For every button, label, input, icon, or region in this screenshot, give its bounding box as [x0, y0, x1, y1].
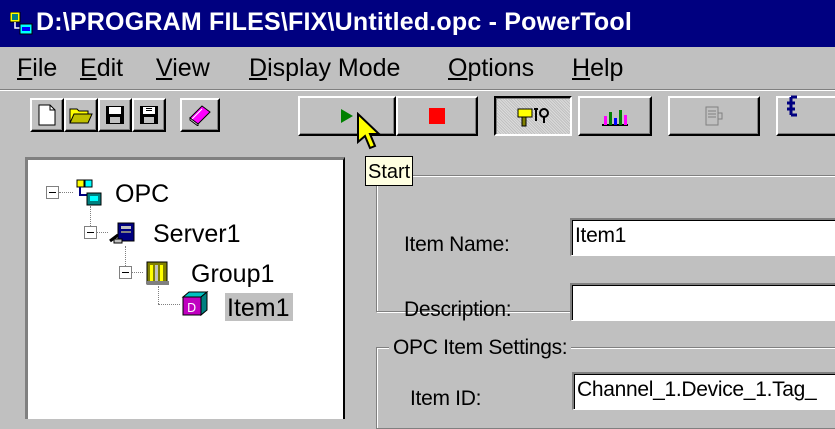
menu-file[interactable]: File [17, 54, 57, 83]
tree-connector [131, 272, 143, 273]
menu-options[interactable]: Options [448, 54, 534, 83]
document-button[interactable] [668, 96, 760, 136]
menu-display-mode[interactable]: Display Mode [249, 54, 400, 83]
save-button[interactable] [98, 98, 132, 132]
open-button[interactable] [64, 98, 98, 132]
opc-settings-title: OPC Item Settings: [389, 336, 572, 360]
tree-node-group1[interactable]: Group1 [191, 260, 274, 289]
expander-group1[interactable] [119, 266, 132, 279]
description-field[interactable] [570, 283, 835, 321]
group-icon [145, 259, 173, 292]
menu-help[interactable]: Help [572, 54, 623, 83]
menu-view[interactable]: View [156, 54, 210, 83]
tree-view[interactable] [25, 157, 345, 419]
expander-server1[interactable] [84, 226, 97, 239]
expander-opc[interactable] [46, 186, 59, 199]
item-icon: D [181, 290, 211, 324]
new-button[interactable] [30, 98, 64, 132]
tree-node-opc[interactable]: OPC [115, 180, 169, 209]
tools-button[interactable] [494, 96, 572, 136]
description-label: Description: [404, 298, 512, 321]
mouse-cursor-icon [356, 111, 382, 157]
book-button[interactable] [180, 98, 220, 132]
opc-icon [75, 179, 105, 212]
server-icon [108, 219, 140, 252]
window-title: D:\PROGRAM FILES\FIX\Untitled.opc - Powe… [36, 8, 633, 36]
item-id-label: Item ID: [410, 387, 482, 410]
chart-button[interactable] [578, 96, 652, 136]
item-id-field[interactable]: Channel_1.Device_1.Tag_ [572, 372, 835, 410]
app-icon[interactable] [9, 11, 34, 36]
tree-connector [59, 192, 73, 193]
item-name-field[interactable]: Item1 [570, 218, 835, 256]
save-as-button[interactable] [132, 98, 166, 132]
tree-node-item1[interactable]: Item1 [227, 294, 290, 323]
tooltip: Start [365, 156, 414, 186]
tree-connector [158, 304, 180, 305]
stop-button[interactable] [396, 96, 478, 136]
item-name-label: Item Name: [404, 233, 510, 256]
splitter[interactable] [347, 150, 355, 419]
tree-connector [96, 232, 108, 233]
tree-node-server1[interactable]: Server1 [153, 220, 241, 249]
svg-text:D: D [187, 301, 196, 315]
menu-edit[interactable]: Edit [80, 54, 123, 83]
menu-bar [0, 47, 835, 89]
partial-toolbar-button[interactable] [776, 95, 835, 136]
